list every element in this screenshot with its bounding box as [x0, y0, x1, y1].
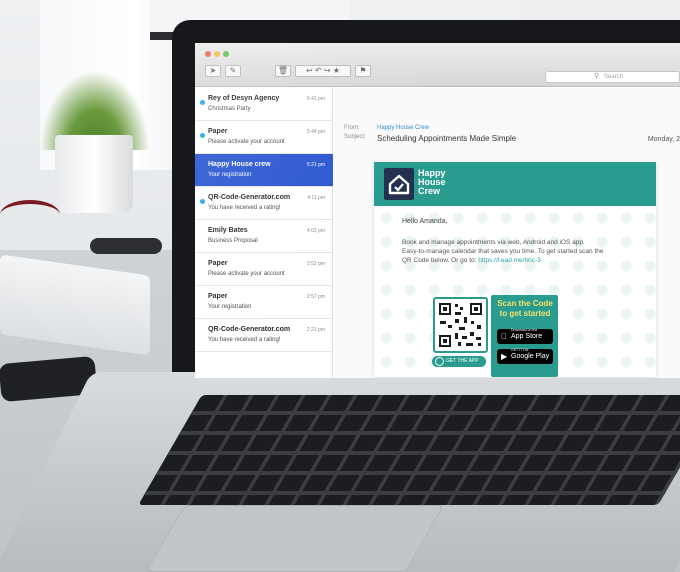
email-date: Monday, 2	[647, 136, 680, 143]
get-the-app-button[interactable]: GET THE APP	[432, 356, 486, 367]
message-sender: QR-Code-Generator.com	[208, 194, 291, 201]
trash-icon[interactable]: 🗑	[275, 65, 291, 77]
scan-line2: to get started	[499, 309, 551, 318]
email-body: Hello Amanda, Book and manage appointmen…	[374, 206, 656, 377]
flag-icon[interactable]: ⚑	[355, 65, 371, 77]
message-list-item[interactable]: Paper Your registration 2:57 pm	[195, 286, 333, 319]
message-time: 6:41 pm	[306, 96, 325, 102]
email-body-line1: Book and manage appointments via web, An…	[402, 239, 585, 246]
unread-dot-icon	[200, 100, 205, 105]
maximize-window-button[interactable]	[223, 51, 229, 57]
cable	[0, 200, 60, 230]
email-body-line3-text: QR Code below. Or go to:	[402, 257, 479, 264]
unread-dot-icon	[200, 133, 205, 138]
message-time: 2:57 pm	[306, 294, 325, 300]
scan-line1: Scan the Code	[497, 299, 553, 308]
message-subject: Your registration	[208, 304, 252, 310]
google-play-button[interactable]: ▶ GET IT ON Google Play	[497, 348, 553, 364]
mail-titlebar: ➤ ✎ 🗑 ↩ ↶ ↪ ★ ⚑ ⚲ Search	[195, 43, 680, 87]
lock-icon	[435, 357, 444, 366]
message-list-item[interactable]: Rey of Desyn Agency Christmas Party 6:41 p…	[195, 88, 333, 121]
laptop-keyboard	[138, 395, 680, 505]
message-sender: QR-Code-Generator.com	[208, 326, 291, 333]
plant-pot	[55, 135, 133, 213]
unread-dot-icon	[200, 199, 205, 204]
minimize-window-button[interactable]	[214, 51, 220, 57]
message-time: 3:52 pm	[306, 261, 325, 267]
message-subject: Please activate your account	[208, 271, 285, 277]
message-time: 5:21 pm	[306, 162, 325, 168]
reply-icon[interactable]: ↩	[306, 66, 313, 75]
app-store-label: App Store	[511, 333, 543, 340]
apple-icon: 	[501, 329, 507, 344]
message-subject: You have received a rating!	[208, 337, 281, 343]
search-icon: ⚲	[594, 73, 600, 80]
message-sender: Paper	[208, 293, 228, 300]
message-sender: Happy House crew	[208, 161, 271, 168]
message-subject: Please activate your account	[208, 139, 285, 145]
send-icon[interactable]: ➤	[205, 65, 221, 77]
message-list-item[interactable]: Paper Please activate your account 3:52 pm	[195, 253, 333, 286]
message-time: 2:21 pm	[306, 327, 325, 333]
qr-code[interactable]	[433, 297, 488, 353]
from-value[interactable]: Happy House Crew	[377, 125, 429, 131]
reply-all-icon[interactable]: ↶	[315, 66, 322, 75]
close-window-button[interactable]	[205, 51, 211, 57]
qr-code-icon	[439, 303, 482, 347]
message-list-item[interactable]: Paper Please activate your account 5:44 pm	[195, 121, 333, 154]
message-subject: Christmas Party	[208, 106, 251, 112]
star-icon[interactable]: ★	[333, 66, 340, 75]
message-list-item[interactable]: Happy House crew Your registration 5:21 pm	[195, 154, 333, 187]
message-list-item[interactable]: QR-Code-Generator.com You have received a…	[195, 319, 333, 352]
reply-actions: ↩ ↶ ↪ ★	[295, 65, 351, 77]
scan-promo: Scan the Code to get started  Download …	[491, 295, 558, 377]
google-play-label: Google Play	[511, 353, 550, 360]
message-sender: Paper	[208, 128, 228, 135]
message-list: Rey of Desyn Agency Christmas Party 6:41 p…	[195, 88, 333, 378]
message-sender: Rey of Desyn Agency	[208, 95, 280, 102]
brand-name: Happy House Crew	[418, 169, 446, 196]
from-label: From:	[344, 125, 360, 131]
compose-icon[interactable]: ✎	[225, 65, 241, 77]
message-time: 5:44 pm	[306, 129, 325, 135]
message-subject: You have received a rating!	[208, 205, 281, 211]
message-sender: Emily Bates	[208, 227, 248, 234]
reading-pane: From: Happy House Crew Subject: Scheduli…	[334, 88, 680, 378]
email-body-line3: QR Code below. Or go to: https://l.ead.m…	[402, 256, 637, 265]
play-icon: ▶	[501, 352, 508, 361]
message-subject: Business Proposal	[208, 238, 258, 244]
email-link[interactable]: https://l.ead.me/hhc-3	[478, 257, 541, 264]
subject-label: Subject:	[344, 134, 366, 140]
message-time: 4:02 pm	[306, 228, 325, 234]
laptop-trackpad	[145, 505, 445, 572]
scan-headline: Scan the Code to get started	[495, 299, 555, 319]
search-placeholder: Search	[604, 74, 624, 80]
email-greeting: Hello Amanda,	[402, 218, 448, 225]
message-time: 4:11 pm	[307, 195, 325, 201]
get-the-app-label: GET THE APP	[446, 358, 479, 364]
message-sender: Paper	[208, 260, 228, 267]
app-store-button[interactable]:  Download on the App Store	[497, 328, 553, 344]
stapler	[90, 238, 162, 254]
subject-value: Scheduling Appointments Made Simple	[377, 134, 517, 143]
brand-name-line3: Crew	[418, 186, 441, 196]
mail-app-screen: ➤ ✎ 🗑 ↩ ↶ ↪ ★ ⚑ ⚲ Search Rey of Desyn Ag…	[195, 43, 680, 378]
message-list-item[interactable]: QR-Code-Generator.com You have received a…	[195, 187, 333, 220]
message-subject: Your registration	[208, 172, 252, 178]
email-body-line2: Easy-to-manage calendar that saves you t…	[402, 248, 604, 255]
house-logo-icon	[384, 168, 414, 200]
message-list-item[interactable]: Emily Bates Business Proposal 4:02 pm	[195, 220, 333, 253]
forward-icon[interactable]: ↪	[324, 66, 331, 75]
search-input[interactable]: ⚲ Search	[545, 71, 680, 83]
email-message: Happy House Crew Hello Amanda, Book and …	[374, 162, 656, 377]
email-paragraph: Book and manage appointments via web, An…	[402, 238, 637, 265]
email-banner: Happy House Crew	[374, 162, 656, 206]
